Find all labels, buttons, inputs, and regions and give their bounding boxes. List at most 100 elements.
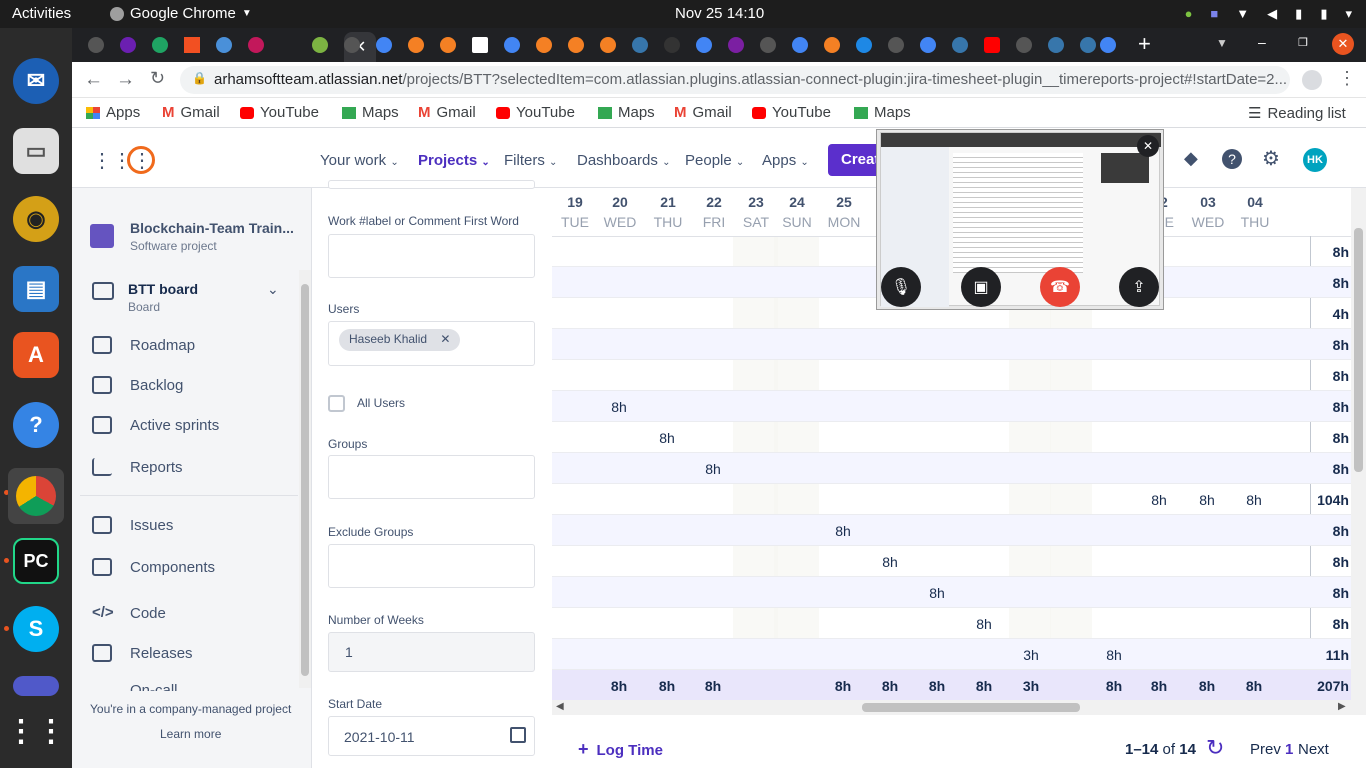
tab-favicon[interactable] — [376, 37, 392, 53]
start-date-input[interactable]: 2021-10-11 — [328, 716, 535, 756]
time-cell[interactable]: 8h — [597, 399, 641, 415]
software-icon[interactable]: A — [13, 332, 59, 378]
tab-favicon[interactable] — [600, 37, 616, 53]
refresh-icon[interactable]: ↻ — [1206, 735, 1224, 761]
reading-list[interactable]: ☰ Reading list — [1248, 104, 1346, 123]
bookmark-gmail[interactable]: M Gmail — [674, 104, 732, 121]
reload-icon[interactable]: ↻ — [150, 68, 165, 89]
time-cell[interactable]: 8h — [691, 461, 735, 477]
tab-favicon[interactable] — [824, 37, 840, 53]
teams-dock-icon[interactable] — [13, 676, 59, 696]
tab-favicon[interactable] — [504, 37, 520, 53]
tab-favicon[interactable] — [312, 37, 328, 53]
sidebar-item-reports[interactable]: Reports — [130, 459, 183, 476]
tab-favicon[interactable] — [1016, 37, 1032, 53]
bookmark-apps[interactable]: Apps — [86, 104, 140, 121]
new-tab-icon[interactable]: + — [1138, 31, 1151, 57]
sidebar-item-code[interactable]: Code — [130, 605, 166, 622]
pycharm-icon[interactable]: PC — [13, 538, 59, 584]
tab-favicon[interactable] — [984, 37, 1000, 53]
restore-icon[interactable]: ❐ — [1298, 36, 1308, 49]
nav-apps[interactable]: Apps ⌄ — [762, 152, 809, 169]
tab-favicon[interactable] — [792, 37, 808, 53]
all-users-checkbox[interactable] — [328, 395, 345, 412]
board-selector[interactable]: BTT board Board ⌄ — [72, 278, 298, 320]
remove-chip-icon[interactable]: ✕ — [440, 332, 450, 346]
minimize-icon[interactable]: – — [1258, 34, 1266, 50]
writer-icon[interactable]: ▤ — [13, 266, 59, 312]
page-scroll-thumb[interactable] — [1354, 228, 1363, 472]
tab-favicon[interactable] — [696, 37, 712, 53]
groups-input[interactable] — [328, 455, 535, 499]
tab-favicon[interactable] — [888, 37, 904, 53]
tab-favicon[interactable] — [568, 37, 584, 53]
camera-off-button[interactable]: ▣ — [961, 267, 1001, 307]
bookmark-youtube[interactable]: YouTube — [240, 104, 319, 121]
log-time-button[interactable]: + Log Time — [578, 739, 663, 760]
sidebar-item-components[interactable]: Components — [130, 559, 215, 576]
nav-filters[interactable]: Filters ⌄ — [504, 152, 557, 169]
help-icon[interactable]: ? — [13, 402, 59, 448]
prev-button[interactable]: Prev — [1250, 741, 1281, 758]
grid-h-scroll-thumb[interactable] — [862, 703, 1080, 712]
create-button[interactable]: Create — [828, 144, 880, 176]
clock[interactable]: Nov 25 14:10 — [675, 5, 764, 22]
jira-logo[interactable] — [127, 146, 155, 174]
time-cell[interactable]: 8h — [1232, 492, 1276, 508]
activities-button[interactable]: Activities — [12, 5, 71, 22]
time-cell[interactable]: 8h — [1137, 492, 1181, 508]
tab-favicon[interactable] — [760, 37, 776, 53]
share-screen-button[interactable]: ⇪ — [1119, 267, 1159, 307]
app-menu[interactable]: Google Chrome ▼ — [110, 5, 252, 22]
bookmark-maps[interactable]: Maps — [854, 104, 911, 121]
project-name[interactable]: Blockchain-Team Train... — [130, 220, 294, 236]
rhythmbox-icon[interactable]: ◉ — [13, 196, 59, 242]
window-close-icon[interactable]: ✕ — [1332, 33, 1354, 55]
scroll-left-icon[interactable]: ◀ — [556, 701, 564, 712]
overlay-close-icon[interactable]: ✕ — [1137, 135, 1159, 157]
time-cell[interactable]: 8h — [962, 616, 1006, 632]
sidebar-item-roadmap[interactable]: Roadmap — [130, 337, 195, 354]
tab-favicon[interactable] — [1080, 37, 1096, 53]
address-bar[interactable]: 🔒 arhamsoftteam.atlassian.net/projects/B… — [180, 66, 1290, 94]
tab-favicon[interactable] — [920, 37, 936, 53]
time-cell[interactable]: 8h — [915, 585, 959, 601]
files-icon[interactable]: ▭ — [13, 128, 59, 174]
sidebar-item-releases[interactable]: Releases — [130, 645, 193, 662]
tab-favicon[interactable] — [344, 37, 360, 53]
time-cell[interactable]: 3h — [1009, 647, 1053, 663]
tab-search-icon[interactable]: ▼ — [1216, 36, 1228, 50]
sidebar-item-backlog[interactable]: Backlog — [130, 377, 183, 394]
bookmark-gmail[interactable]: M Gmail — [162, 104, 220, 121]
end-call-button[interactable]: ☎ — [1040, 267, 1080, 307]
time-cell[interactable]: 8h — [1092, 647, 1136, 663]
learn-more-link[interactable]: Learn more — [160, 727, 221, 741]
tab-favicon[interactable] — [664, 37, 680, 53]
tab-favicon[interactable] — [952, 37, 968, 53]
forward-icon[interactable]: → — [116, 69, 135, 91]
tab-favicon[interactable] — [184, 37, 200, 53]
time-cell[interactable]: 8h — [1185, 492, 1229, 508]
system-tray[interactable]: ● ■ ▼ ◀ ▮ ▮ ▾ — [1185, 6, 1352, 22]
show-apps-icon[interactable]: ⋮⋮ — [6, 708, 66, 754]
time-cell[interactable]: 8h — [645, 430, 689, 446]
page-scrollbar[interactable] — [1351, 188, 1366, 715]
avatar[interactable]: HK — [1303, 148, 1327, 172]
tab-favicon[interactable] — [1100, 37, 1116, 53]
thunderbird-icon[interactable]: ✉ — [13, 58, 59, 104]
tab-favicon[interactable] — [728, 37, 744, 53]
sidebar-item-active-sprints[interactable]: Active sprints — [130, 417, 219, 434]
tab-favicon[interactable] — [152, 37, 168, 53]
notifications-icon[interactable]: ◆ — [1184, 148, 1198, 169]
tab-favicon[interactable] — [472, 37, 488, 53]
tab-favicon[interactable] — [856, 37, 872, 53]
bookmark-gmail[interactable]: M Gmail — [418, 104, 476, 121]
scroll-right-icon[interactable]: ▶ — [1338, 701, 1346, 712]
mute-mic-button[interactable]: 🎙 — [881, 267, 921, 307]
profile-icon[interactable] — [1302, 70, 1322, 90]
tab-favicon[interactable] — [120, 37, 136, 53]
calendar-icon[interactable] — [510, 727, 526, 743]
sidebar-scroll-thumb[interactable] — [301, 284, 309, 676]
tab-favicon[interactable] — [248, 37, 264, 53]
tab-favicon[interactable] — [536, 37, 552, 53]
